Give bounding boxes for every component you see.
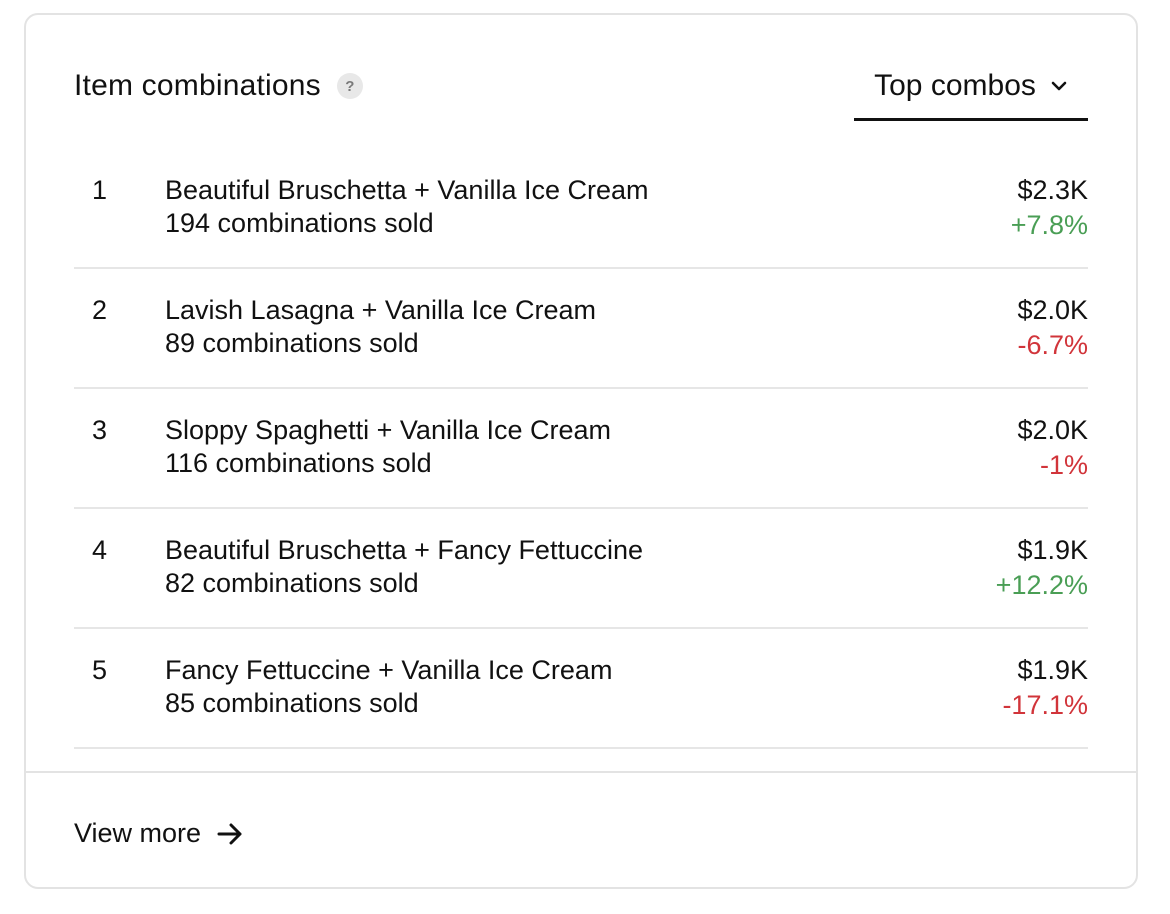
view-more-link[interactable]: View more (74, 818, 243, 849)
combo-change: -1% (1039, 450, 1088, 480)
title-group: Item combinations ? (74, 69, 363, 102)
combo-revenue: $2.0K (1017, 415, 1088, 445)
sort-dropdown-label: Top combos (874, 69, 1036, 102)
combo-list: 1 Beautiful Bruschetta + Vanilla Ice Cre… (74, 149, 1088, 749)
combo-sold-count: 116 combinations sold (165, 448, 432, 478)
combo-sold-count: 194 combinations sold (165, 208, 434, 238)
sort-dropdown[interactable]: Top combos (854, 67, 1088, 121)
combo-row[interactable]: 2 Lavish Lasagna + Vanilla Ice Cream 89 … (74, 269, 1088, 389)
combo-revenue: $1.9K (1017, 535, 1088, 565)
combo-row[interactable]: 4 Beautiful Bruschetta + Fancy Fettuccin… (74, 509, 1088, 629)
footer-divider (26, 771, 1136, 773)
combo-revenue: $2.0K (1017, 295, 1088, 325)
question-mark-icon[interactable]: ? (336, 73, 363, 99)
combo-row[interactable]: 5 Fancy Fettuccine + Vanilla Ice Cream 8… (74, 629, 1088, 749)
combo-rank: 5 (92, 655, 108, 685)
combo-row[interactable]: 1 Beautiful Bruschetta + Vanilla Ice Cre… (74, 149, 1088, 269)
combo-sold-count: 89 combinations sold (165, 328, 419, 358)
combo-change: -17.1% (1002, 690, 1088, 720)
card-title: Item combinations (74, 69, 321, 102)
card-header: Item combinations ? Top combos (74, 69, 1088, 135)
combo-name: Fancy Fettuccine + Vanilla Ice Cream (165, 655, 613, 685)
combo-name: Sloppy Spaghetti + Vanilla Ice Cream (165, 415, 612, 445)
combo-rank: 2 (92, 295, 108, 325)
combo-name: Beautiful Bruschetta + Vanilla Ice Cream (165, 175, 649, 205)
combo-change: +7.8% (1010, 210, 1088, 240)
chevron-down-icon (1051, 81, 1067, 91)
view-more-label: View more (74, 818, 202, 848)
combo-name: Lavish Lasagna + Vanilla Ice Cream (165, 295, 596, 325)
combo-change: -6.7% (1017, 330, 1088, 360)
combo-row[interactable]: 3 Sloppy Spaghetti + Vanilla Ice Cream 1… (74, 389, 1088, 509)
combo-sold-count: 85 combinations sold (165, 688, 419, 718)
arrow-right-icon (217, 823, 242, 844)
combo-rank: 3 (92, 415, 108, 445)
combo-change: +12.2% (995, 570, 1088, 600)
combo-rank: 4 (92, 535, 108, 565)
item-combinations-card: Item combinations ? Top combos 1 Beautif… (24, 13, 1138, 889)
combo-sold-count: 82 combinations sold (165, 568, 419, 598)
combo-revenue: $2.3K (1017, 175, 1088, 205)
combo-rank: 1 (92, 175, 108, 205)
combo-name: Beautiful Bruschetta + Fancy Fettuccine (165, 535, 643, 565)
combo-revenue: $1.9K (1017, 655, 1088, 685)
